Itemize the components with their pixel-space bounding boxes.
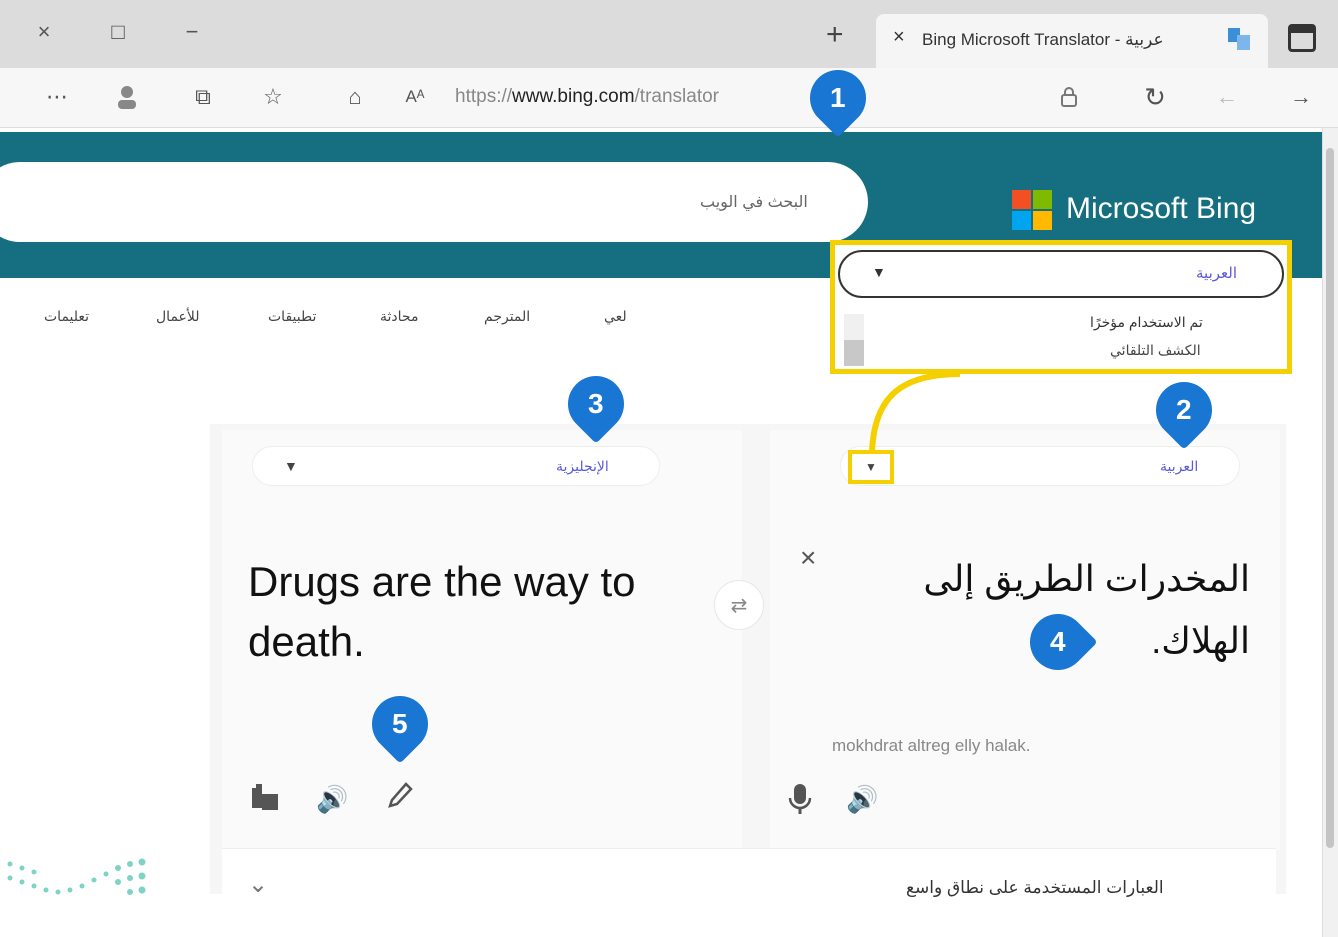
profile-icon[interactable]	[110, 80, 144, 114]
speaker-icon[interactable]: 🔊	[316, 784, 348, 815]
refresh-icon[interactable]: ↻	[1138, 80, 1172, 114]
nav-item-conversation[interactable]: محادثة	[380, 308, 418, 325]
tab-actions-icon[interactable]	[1288, 24, 1316, 52]
source-caret-icon[interactable]: ▼	[848, 450, 894, 484]
new-tab-button[interactable]: +	[826, 18, 844, 52]
nav-item-apps[interactable]: تطبيقات	[268, 308, 316, 325]
decorative-dots	[7, 858, 146, 895]
minimize-window-button[interactable]: −	[172, 14, 212, 50]
address-bar[interactable]: https://www.bing.com/translator	[455, 86, 719, 108]
back-icon[interactable]: →	[1284, 80, 1318, 114]
nav-item-translator[interactable]: المترجم	[484, 308, 530, 325]
swap-languages-button[interactable]: ⇄	[714, 580, 764, 630]
dropdown-option-recent[interactable]: تم الاستخدام مؤخرًا	[1090, 314, 1203, 331]
tab-title: Bing Microsoft Translator - عربية	[922, 30, 1164, 49]
add-favorite-icon[interactable]: ⌂	[338, 80, 372, 114]
translator-favicon-icon	[1226, 26, 1252, 52]
microsoft-logo-icon	[1012, 190, 1052, 230]
search-placeholder: البحث في الويب	[700, 194, 808, 211]
target-caret-icon[interactable]: ▼	[284, 458, 298, 474]
collections-icon[interactable]: ⧉	[186, 80, 220, 114]
more-options-icon[interactable]: ⋯	[40, 80, 74, 114]
nav-item-1[interactable]: لعي	[604, 308, 627, 325]
transliteration-text: mokhdrat altreg elly halak.	[832, 736, 1031, 755]
chevron-down-icon[interactable]: ⌄	[248, 870, 268, 899]
dropdown-option-autodetect[interactable]: الكشف التلقائي	[1110, 342, 1201, 359]
clear-text-icon[interactable]: ×	[800, 542, 816, 574]
page-scroll-thumb[interactable]	[1326, 148, 1334, 848]
edit-pencil-icon[interactable]	[384, 780, 414, 819]
lock-icon[interactable]	[1052, 80, 1086, 114]
microphone-icon[interactable]	[788, 782, 812, 823]
restore-window-button[interactable]: □	[98, 14, 138, 50]
copy-icon[interactable]	[250, 784, 280, 819]
nav-item-help[interactable]: تعليمات	[44, 308, 89, 325]
close-window-button[interactable]: ×	[24, 14, 64, 50]
translated-text: Drugs are the way to death.	[248, 558, 636, 665]
common-phrases-label: العبارات المستخدمة على نطاق واسع	[906, 878, 1164, 897]
language-dropdown-value: العربية	[1196, 265, 1237, 282]
bing-brand[interactable]: Microsoft Bing	[1066, 192, 1256, 226]
tab-close-icon[interactable]: ×	[893, 26, 905, 49]
nav-item-business[interactable]: للأعمال	[156, 308, 200, 325]
target-language-label: الإنجليزية	[556, 458, 609, 474]
source-language-label: العربية	[1160, 458, 1199, 474]
read-aloud-icon[interactable]: Aᴬ	[398, 80, 432, 114]
speaker-icon[interactable]: 🔊	[846, 784, 878, 815]
dropdown-caret-icon[interactable]: ▼	[872, 264, 886, 280]
favorites-icon[interactable]: ☆	[256, 80, 290, 114]
forward-icon[interactable]: ←	[1210, 80, 1244, 114]
dropdown-scroll-thumb[interactable]	[844, 340, 864, 366]
